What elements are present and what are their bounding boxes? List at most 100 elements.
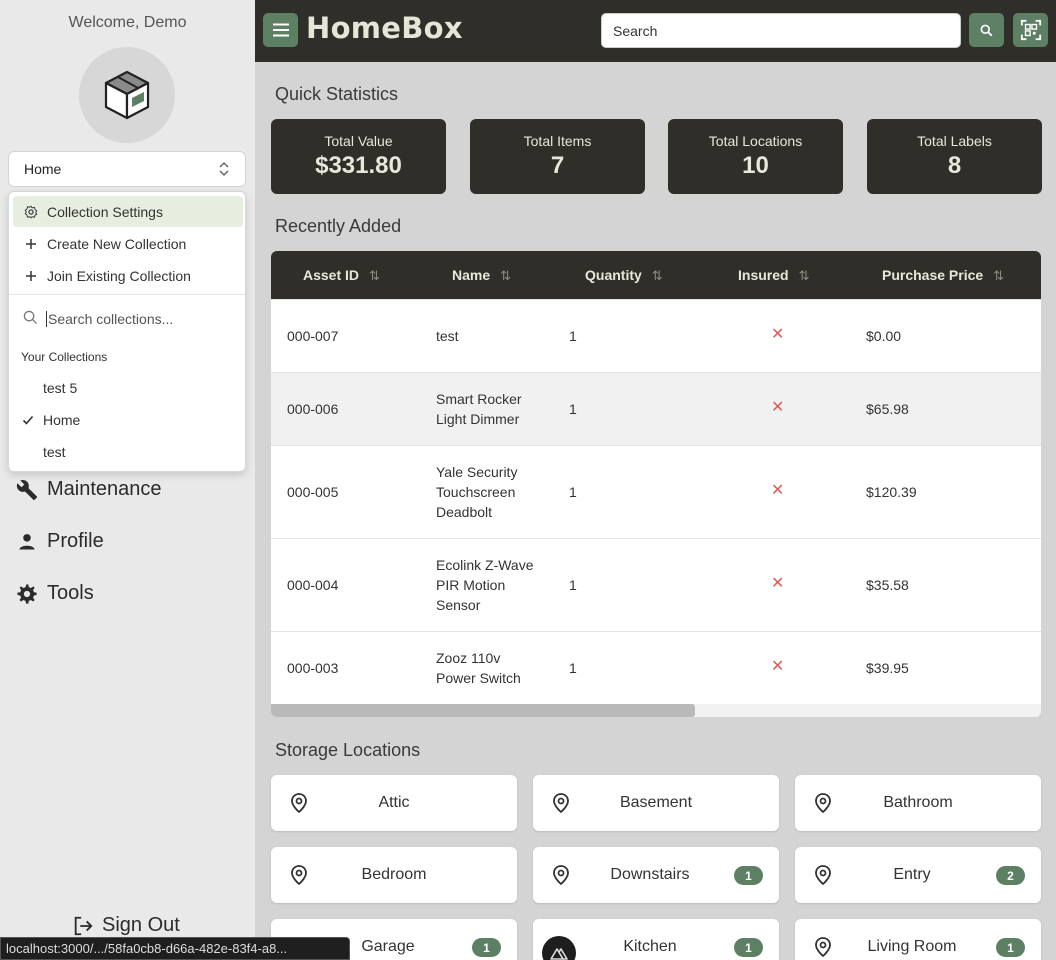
hamburger-icon [272,23,289,37]
stat-value: $331.80 [315,152,402,179]
cell-quantity: 1 [569,328,577,344]
divider [9,294,245,295]
join-collection-item[interactable]: Join Existing Collection [13,260,243,291]
location-card[interactable]: Attic [271,775,517,831]
location-card[interactable]: Downstairs 1 [533,847,779,903]
collection-item[interactable]: test 5 [13,373,243,403]
recently-added-title: Recently Added [275,216,402,236]
table-row[interactable]: 000-007 test 1 ✕ $0.00 [271,299,1041,372]
column-header-quantity[interactable]: Quantity ⇅ [585,267,663,284]
search-icon [23,310,38,328]
collection-select[interactable]: Home [8,151,246,187]
stat-label: Total Locations [708,133,803,149]
nav-maintenance[interactable]: Maintenance [16,478,162,501]
location-name: Bedroom [361,866,427,883]
stat-card-total-items: Total Items 7 [470,119,645,194]
cell-asset-id: 000-006 [287,401,339,417]
plus-icon [23,236,39,252]
collections-heading: Your Collections [21,350,108,364]
location-name: Bathroom [883,794,953,811]
cell-asset-id: 000-007 [287,328,339,344]
sort-icon: ⇅ [500,268,512,283]
storage-locations-title: Storage Locations [275,740,421,760]
avatar[interactable] [79,47,175,143]
location-card[interactable]: Basement [533,775,779,831]
app-logo[interactable]: HomeBox [306,11,463,45]
location-card[interactable]: Entry 2 [795,847,1041,903]
sign-out-button[interactable]: Sign Out [72,914,180,937]
column-header-name[interactable]: Name ⇅ [452,267,511,284]
location-count-badge: 2 [996,866,1025,885]
cell-purchase-price: $35.58 [866,577,909,593]
scan-qr-button[interactable] [1013,13,1048,47]
plus-icon [23,268,39,284]
collection-search-placeholder: Search collections... [46,311,174,327]
sidebar: Welcome, Demo Home Collection Settings C… [0,0,255,960]
menu-button[interactable] [263,13,298,47]
cell-name: test [436,328,459,344]
table-row[interactable]: 000-005 Yale Security Touchscreen Deadbolt… [271,445,1041,538]
scrollbar-thumb[interactable] [271,704,695,717]
cell-name: Smart Rocker Light Dimmer [436,391,522,427]
collection-settings-label: Collection Settings [47,203,163,220]
table-row[interactable]: 000-004 Ecolink Z-Wave PIR Motion Sensor 1… [271,538,1041,631]
wrench-icon [16,479,38,501]
column-header-asset-id[interactable]: Asset ID ⇅ [303,267,380,284]
create-collection-item[interactable]: Create New Collection [13,228,243,259]
collection-dropdown: Collection Settings Create New Collectio… [8,191,246,472]
collection-search-input[interactable]: Search collections... [13,304,243,334]
logout-icon [72,915,94,937]
welcome-text: Welcome, Demo [68,14,187,31]
cell-quantity: 1 [569,577,577,593]
location-card[interactable]: Bedroom [271,847,517,903]
collection-item[interactable]: Home [13,405,243,435]
quick-stats-title: Quick Statistics [275,84,399,104]
nav-maintenance-label: Maintenance [47,478,162,500]
collection-settings-item[interactable]: Collection Settings [13,196,243,227]
search-button[interactable] [969,13,1004,47]
join-collection-label: Join Existing Collection [47,267,191,284]
location-count-badge: 1 [734,938,763,957]
cell-name: Yale Security Touchscreen Deadbolt [436,464,518,520]
gear-icon [23,204,39,220]
table-horizontal-scrollbar[interactable] [271,704,1041,717]
stat-value: 7 [550,152,565,179]
cell-purchase-price: $120.39 [866,484,917,500]
cell-purchase-price: $0.00 [866,328,902,344]
top-bar: HomeBox [255,0,1056,62]
nav-profile[interactable]: Profile [16,530,104,553]
collection-item-label: Home [43,412,81,428]
cross-icon: ✕ [771,326,785,343]
collection-item-label: test [43,444,66,460]
column-header-insured[interactable]: Insured ⇅ [738,267,809,284]
nav-profile-label: Profile [47,530,104,552]
cell-name: Ecolink Z-Wave PIR Motion Sensor [436,557,534,613]
check-icon [13,414,43,426]
stat-card-total-locations: Total Locations 10 [668,119,843,194]
nav-tools[interactable]: Tools [16,582,94,605]
table-header: Asset ID ⇅ Name ⇅ Quantity ⇅ Insured ⇅ Purch… [271,251,1041,299]
collection-item-label: test 5 [43,380,78,396]
table-row[interactable]: 000-003 Zooz 110v Power Switch 1 ✕ $39.95 [271,631,1041,704]
location-count-badge: 1 [734,866,763,885]
chevron-up-down-icon [218,161,230,177]
location-card[interactable]: Bathroom [795,775,1041,831]
sort-icon: ⇅ [993,268,1005,283]
stat-value: 10 [742,152,769,179]
cell-asset-id: 000-003 [287,660,339,676]
table-row[interactable]: 000-006 Smart Rocker Light Dimmer 1 ✕ $65… [271,372,1041,445]
sort-icon: ⇅ [369,268,380,283]
nav-tools-label: Tools [47,582,94,604]
cell-purchase-price: $39.95 [866,660,909,676]
status-bar-url: localhost:3000/.../58fa0cb8-d66a-482e-83… [0,937,350,960]
stat-value: 8 [947,152,962,179]
location-card[interactable]: Living Room 1 [795,919,1041,960]
location-name: Basement [619,794,693,811]
search-input[interactable] [601,13,961,48]
cell-purchase-price: $65.98 [866,401,909,417]
cog-icon [16,583,38,605]
collection-item[interactable]: test [13,437,243,467]
stat-label: Total Labels [917,133,992,149]
cell-asset-id: 000-004 [287,577,339,593]
column-header-purchase-price[interactable]: Purchase Price ⇅ [882,267,1004,284]
